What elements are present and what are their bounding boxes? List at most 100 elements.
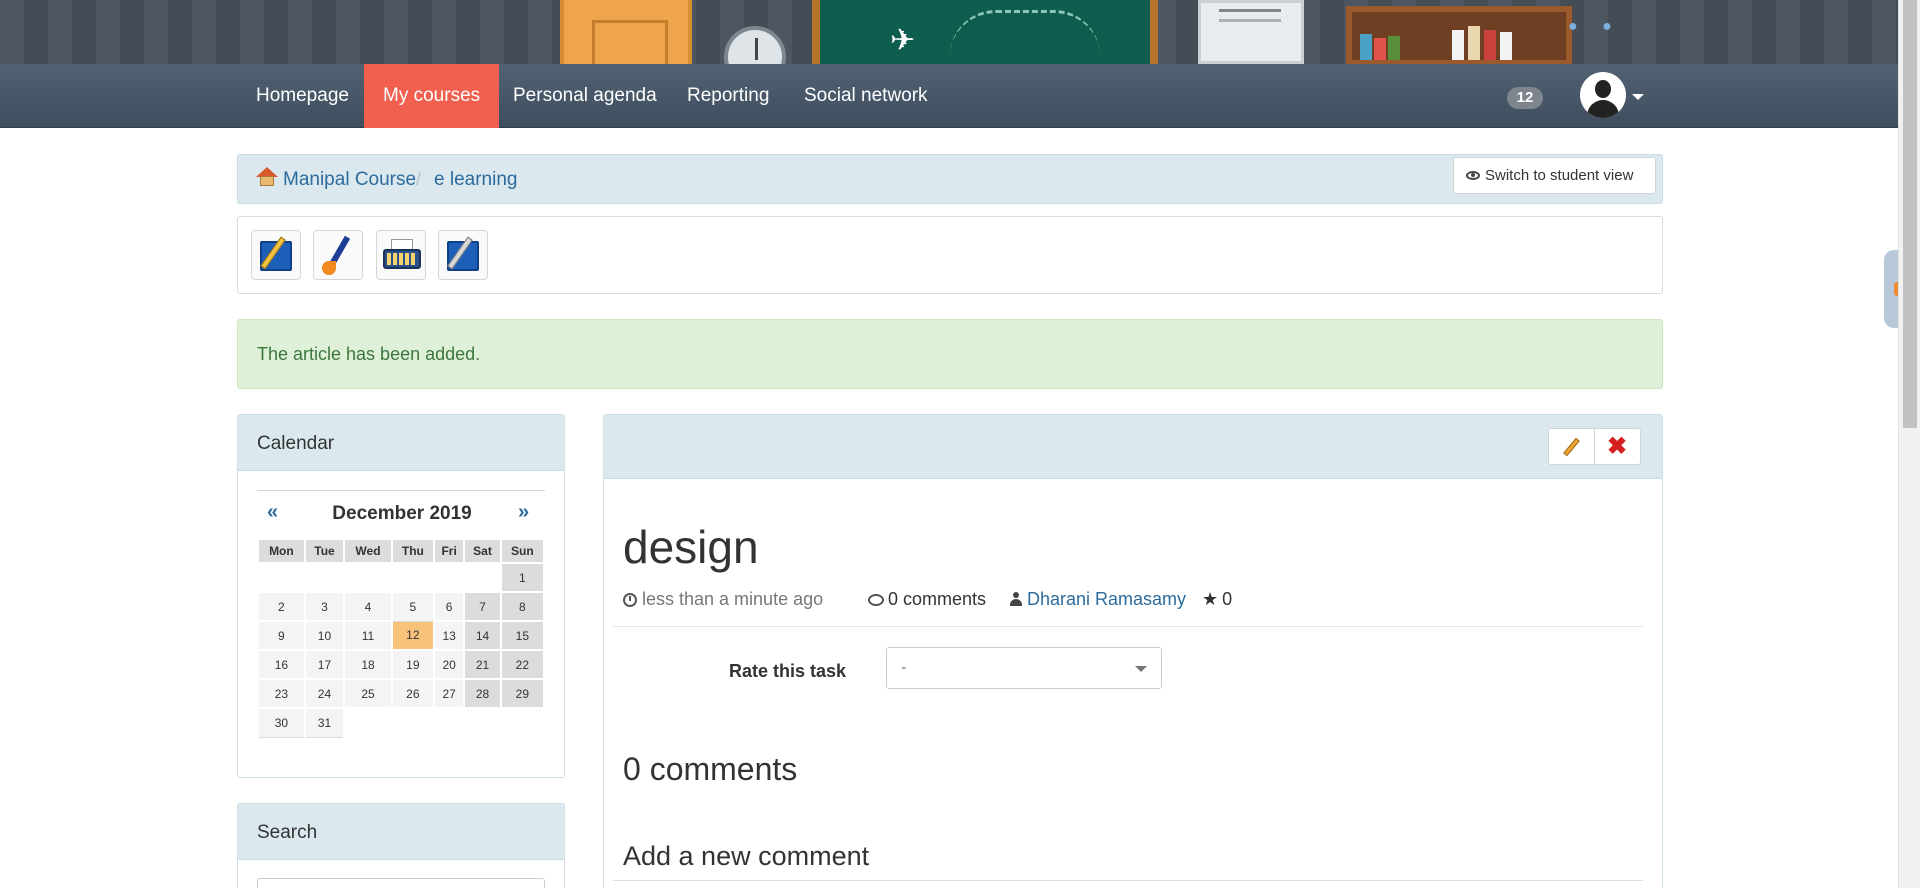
article-posted-text: less than a minute ago <box>642 589 824 609</box>
calendar-empty-cell <box>499 707 546 738</box>
paint-brush-icon[interactable] <box>313 230 363 280</box>
scrollbar-thumb[interactable] <box>1903 0 1917 428</box>
paper-plane-icon: ✈ <box>890 24 916 57</box>
calendar-divider <box>257 490 545 491</box>
calendar-day-today[interactable]: 12 <box>391 620 435 651</box>
door-illustration <box>560 0 692 64</box>
calendar-day[interactable]: 6 <box>432 591 466 622</box>
comments-heading: 0 comments <box>623 751 798 787</box>
calendar-day[interactable]: 30 <box>257 707 306 738</box>
new-article-icon[interactable] <box>251 230 301 280</box>
calendar-week-row: 16 17 18 19 20 21 22 <box>257 649 546 680</box>
pencil-icon <box>1563 437 1580 457</box>
calendar-weekday-header: Thu <box>390 538 435 564</box>
calendar-empty-cell <box>257 562 306 593</box>
calendar-day[interactable]: 25 <box>343 678 393 709</box>
calendar-empty-cell <box>390 707 435 738</box>
calendar-next-button[interactable]: » <box>518 501 529 524</box>
chalkboard-illustration: ✈ <box>812 0 1158 64</box>
calendar-day[interactable]: 26 <box>390 678 435 709</box>
calendar-day[interactable]: 17 <box>303 649 346 680</box>
notifications-badge[interactable]: 12 <box>1507 87 1543 109</box>
rate-task-label: Rate this task <box>729 661 847 681</box>
calendar-day[interactable]: 29 <box>499 678 546 709</box>
calendar-day[interactable]: 28 <box>463 678 502 709</box>
nav-my-courses[interactable]: My courses <box>364 64 500 128</box>
calendar-empty-cell <box>390 562 435 593</box>
calendar-day[interactable]: 2 <box>257 591 306 622</box>
rate-task-select[interactable]: - <box>886 647 1162 689</box>
edit-article-button[interactable] <box>1548 428 1595 465</box>
article-comment-count-text: 0 comments <box>888 589 987 609</box>
breadcrumb-course-link[interactable]: Manipal Course <box>283 169 416 191</box>
calendar-day[interactable]: 18 <box>343 649 393 680</box>
nav-homepage[interactable]: Homepage <box>237 64 368 128</box>
calendar-title: Calendar <box>257 433 335 454</box>
calendar-weekday-header: Sun <box>499 538 546 564</box>
calendar-day[interactable]: 13 <box>432 620 466 651</box>
nav-personal-agenda[interactable]: Personal agenda <box>494 64 676 128</box>
nav-social-network[interactable]: Social network <box>785 64 947 128</box>
banner-user-icons: ● ● <box>1568 18 1622 35</box>
calendar-week-row: 9 10 11 12 13 14 15 <box>257 620 546 651</box>
calendar-week-row: 30 31 <box>257 707 546 738</box>
calendar-empty-cell <box>343 562 393 593</box>
nav-reporting[interactable]: Reporting <box>668 64 788 128</box>
calendar-grid: Mon Tue Wed Thu Fri Sat Sun 1 2 3 4 5 6 7 8 9 10 11 12 13 1… <box>257 538 546 738</box>
article-comment-count: 0 comments <box>868 589 986 610</box>
calendar-day[interactable]: 24 <box>303 678 346 709</box>
calendar-week-row: 2345678 <box>257 591 546 622</box>
breadcrumb-blog-link[interactable]: e learning <box>434 169 517 191</box>
calendar-day[interactable]: 31 <box>303 707 346 738</box>
calendar-day[interactable]: 7 <box>463 591 502 622</box>
calendar-weekday-header: Wed <box>343 538 393 564</box>
calendar-day[interactable]: 16 <box>257 649 306 680</box>
side-panel-tab[interactable] <box>1884 250 1900 328</box>
calendar-day[interactable]: 21 <box>463 649 502 680</box>
search-title: Search <box>257 822 318 843</box>
calendar-weekday-header: Sat <box>463 538 502 564</box>
calendar-day[interactable]: 11 <box>343 620 393 651</box>
calendar-day[interactable]: 1 <box>499 562 546 593</box>
breadcrumb-separator: / <box>416 169 422 189</box>
add-comment-heading: Add a new comment <box>623 841 870 871</box>
home-icon[interactable] <box>256 167 278 187</box>
calendar-day[interactable]: 27 <box>432 678 466 709</box>
calendar-day[interactable]: 20 <box>432 649 466 680</box>
typewriter-icon[interactable] <box>376 230 426 280</box>
article-posted-time: less than a minute ago <box>623 589 823 610</box>
edit-page-icon[interactable] <box>438 230 488 280</box>
meta-divider <box>613 626 1643 627</box>
calendar-day[interactable]: 4 <box>343 591 393 622</box>
calendar-day[interactable]: 22 <box>499 649 546 680</box>
search-panel-header: Search <box>238 804 564 860</box>
article-panel-header <box>604 415 1662 479</box>
switch-to-student-view-label: Switch to student view <box>1485 167 1634 184</box>
calendar-day[interactable]: 23 <box>257 678 306 709</box>
calendar-day[interactable]: 15 <box>499 620 546 651</box>
calendar-day[interactable]: 14 <box>463 620 502 651</box>
calendar-day[interactable]: 5 <box>390 591 435 622</box>
star-icon: ★ <box>1202 589 1219 609</box>
calendar-day[interactable]: 10 <box>303 620 346 651</box>
article-author-link[interactable]: Dharani Ramasamy <box>1027 589 1186 609</box>
calendar-day[interactable]: 19 <box>390 649 435 680</box>
article-rating-value: 0 <box>1222 589 1233 609</box>
close-icon: ✖ <box>1607 433 1628 460</box>
page-scrollbar[interactable] <box>1898 0 1920 888</box>
calendar-day[interactable]: 3 <box>303 591 346 622</box>
article-author: Dharani Ramasamy <box>1010 589 1186 610</box>
calendar-day[interactable]: 9 <box>257 620 306 651</box>
calendar-weekday-header: Fri <box>432 538 466 564</box>
calendar-weekday-header: Mon <box>257 538 306 564</box>
clock-illustration <box>724 26 786 64</box>
article-rating: ★ 0 <box>1202 589 1232 610</box>
chevron-down-icon[interactable] <box>1632 94 1644 100</box>
switch-to-student-view-button[interactable]: Switch to student view <box>1453 157 1656 194</box>
user-avatar[interactable] <box>1580 72 1626 118</box>
delete-article-button[interactable]: ✖ <box>1594 428 1641 465</box>
avatar-head <box>1595 80 1611 98</box>
calendar-day[interactable]: 8 <box>499 591 546 622</box>
search-input[interactable] <box>257 878 545 888</box>
header-banner: ✈ ● ● <box>0 0 1920 64</box>
